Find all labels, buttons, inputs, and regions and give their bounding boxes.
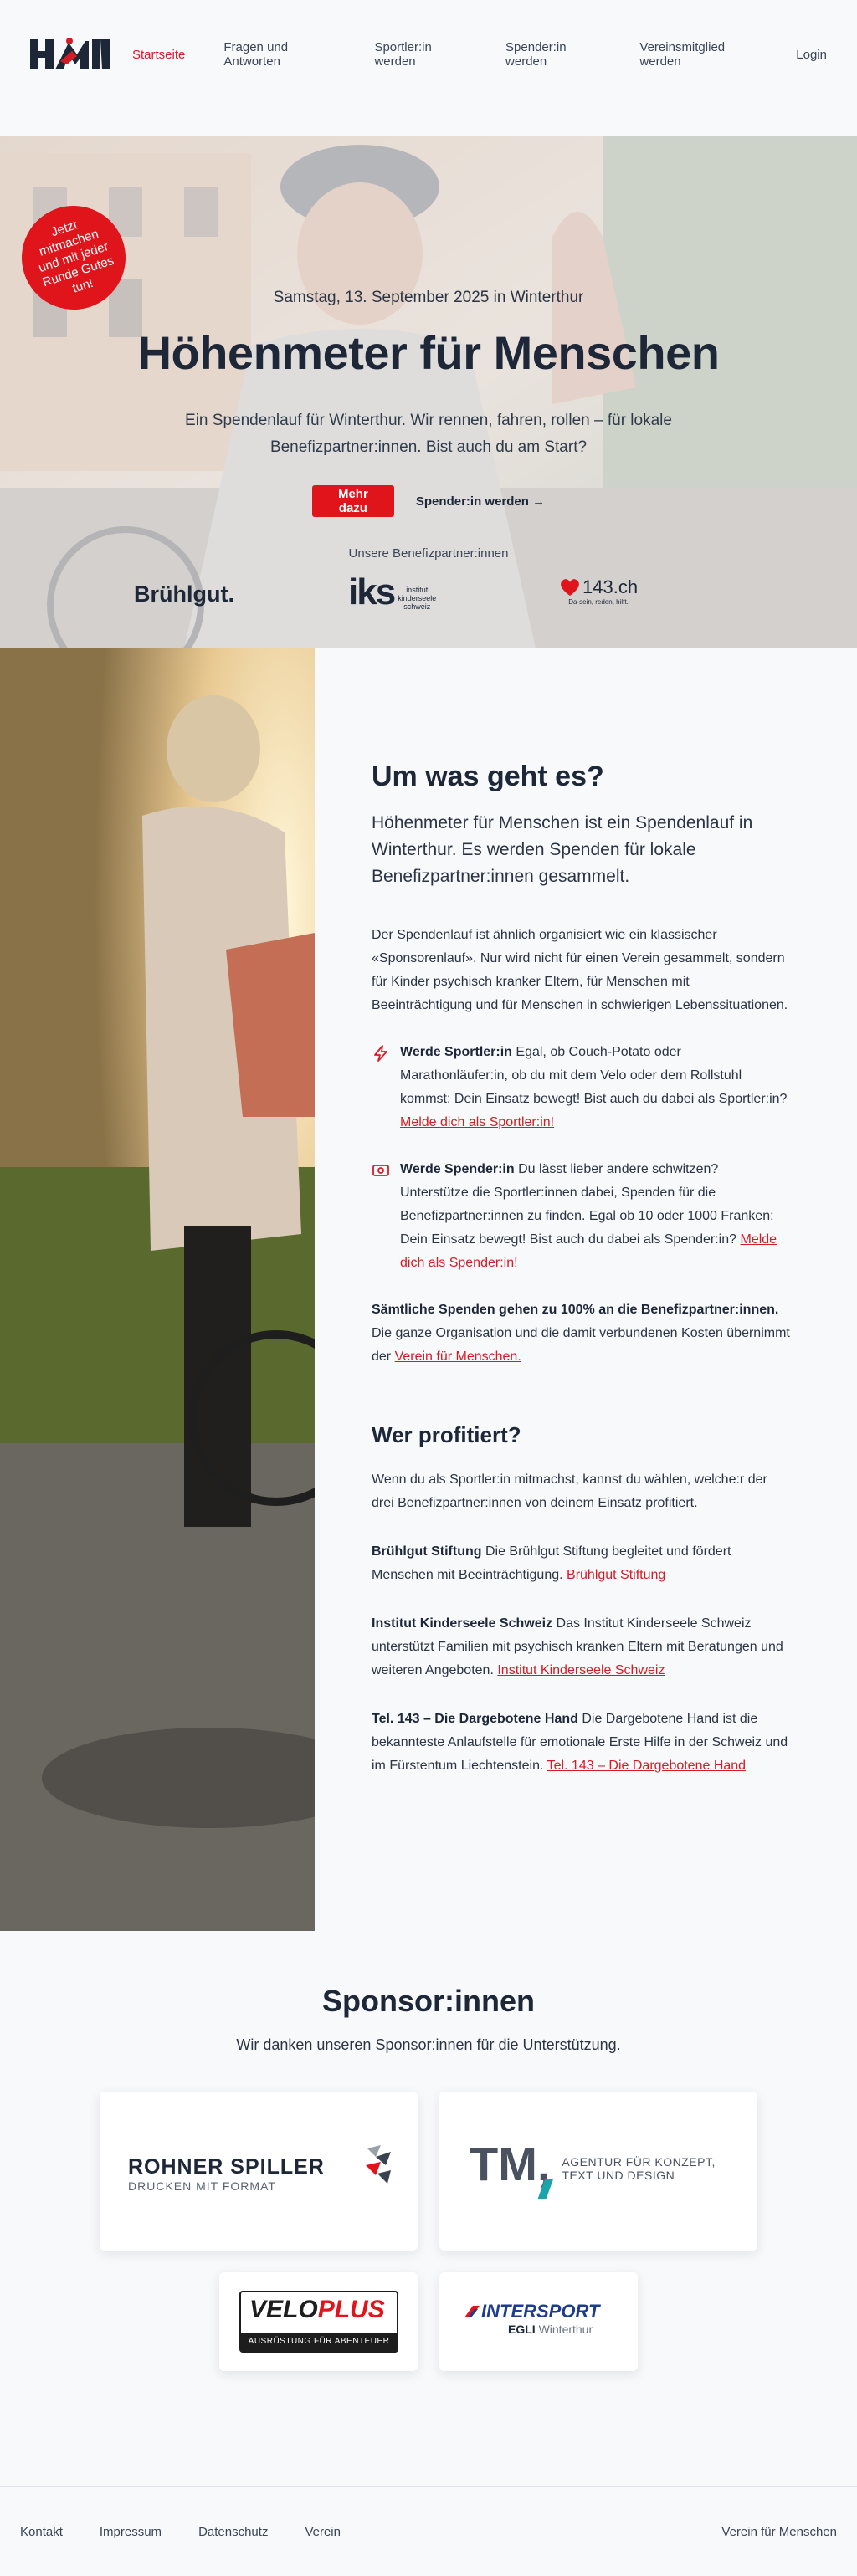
intersport-location: EGLI Winterthur bbox=[508, 2322, 593, 2336]
rohner-name: ROHNER SPILLER bbox=[128, 2155, 325, 2179]
site-logo[interactable] bbox=[30, 36, 110, 73]
hero-subtitle: Ein Spendenlauf für Winterthur. Wir renn… bbox=[185, 412, 672, 456]
mehr-dazu-button[interactable]: Mehr dazu bbox=[311, 485, 394, 517]
sponsor-tm-agentur[interactable]: TM, AGENTUR FÜR KONZEPT, TEXT UND DESIGN bbox=[439, 2092, 757, 2251]
rohner-logo: ROHNER SPILLER DRUCKEN MIT FORMAT bbox=[128, 2155, 325, 2193]
footer-impressum[interactable]: Impressum bbox=[100, 2525, 162, 2539]
nav-vereinsmitglied[interactable]: Vereinsmitglied werden bbox=[639, 40, 757, 69]
nav-startseite[interactable]: Startseite bbox=[132, 48, 185, 62]
spender-block: Werde Spender:in Du lässt lieber andere … bbox=[372, 1158, 790, 1275]
kinderseele-link[interactable]: Institut Kinderseele Schweiz bbox=[497, 1663, 665, 1677]
nav-login[interactable]: Login bbox=[796, 48, 827, 62]
rohner-tagline: DRUCKEN MIT FORMAT bbox=[128, 2179, 276, 2193]
sponsors-title: Sponsor:innen bbox=[322, 1984, 535, 2018]
event-date: Samstag, 13. September 2025 in Winterthu… bbox=[273, 289, 584, 306]
profit-title: Wer profitiert? bbox=[372, 1422, 521, 1447]
sponsors-subtitle: Wir danken unseren Sponsor:innen für die… bbox=[236, 2036, 621, 2053]
footer-verein[interactable]: Verein bbox=[305, 2525, 341, 2539]
money-icon bbox=[372, 1165, 389, 1176]
tm-tagline: AGENTUR FÜR KONZEPT, TEXT UND DESIGN bbox=[562, 2154, 716, 2182]
iks-text: institut kinderseele schweiz bbox=[398, 586, 437, 611]
sponsor-intersport[interactable]: INTERSPORT EGLI Winterthur bbox=[439, 2272, 638, 2371]
sponsor-rohner-spiller[interactable]: ROHNER SPILLER DRUCKEN MIT FORMAT bbox=[100, 2092, 418, 2251]
hero-content: Samstag, 13. September 2025 in Winterthu… bbox=[0, 136, 857, 648]
lightning-icon bbox=[374, 1045, 387, 1062]
about-content: Um was geht es? Höhenmeter für Menschen … bbox=[372, 648, 790, 1778]
hero-section: Jetzt mitmachen und mit jeder Runde Gute… bbox=[0, 136, 857, 648]
partner-kinderseele: Institut Kinderseele Schweiz Das Institu… bbox=[372, 1612, 790, 1682]
bruehlgut-logo[interactable]: Brühlgut. bbox=[134, 581, 234, 607]
hero-title: Höhenmeter für Menschen bbox=[137, 326, 720, 379]
site-footer: Kontakt Impressum Datenschutz Verein Ver… bbox=[0, 2486, 857, 2576]
logo-icon bbox=[30, 38, 110, 69]
tm-logo: TM, AGENTUR FÜR KONZEPT, TEXT UND DESIGN bbox=[470, 2137, 716, 2191]
rohner-mark-icon bbox=[366, 2145, 391, 2184]
sponsors-section: Sponsor:innen Wir danken unseren Sponsor… bbox=[0, 1931, 857, 2486]
nav-sportler[interactable]: Sportler:in werden bbox=[374, 40, 467, 69]
dargebotene-hand-logo[interactable]: 143.ch Da-sein, reden, hilft. bbox=[559, 576, 638, 606]
profit-intro: Wenn du als Sportler:in mitmachst, kanns… bbox=[372, 1472, 767, 1510]
partner-bruehlgut: Brühlgut Stiftung Die Brühlgut Stiftung … bbox=[372, 1540, 790, 1587]
partners-label: Unsere Benefizpartner:innen bbox=[348, 546, 509, 561]
veloplus-tagline: AUSRÜSTUNG FÜR ABENTEUER bbox=[241, 2333, 397, 2351]
site-header: Startseite Fragen und Antworten Sportler… bbox=[0, 0, 857, 109]
verein-link[interactable]: Verein für Menschen. bbox=[395, 1349, 521, 1364]
cyclist-image bbox=[0, 648, 315, 1931]
dargebotene-link[interactable]: Tel. 143 – Die Dargebotene Hand bbox=[547, 1759, 747, 1773]
iks-mark: iks bbox=[348, 571, 396, 612]
footer-datenschutz[interactable]: Datenschutz bbox=[198, 2525, 268, 2539]
nav-faq[interactable]: Fragen und Antworten bbox=[223, 40, 336, 69]
tm-mark: TM, bbox=[470, 2138, 551, 2190]
about-intro: Der Spendenlauf ist ähnlich organisiert … bbox=[372, 928, 788, 1012]
about-section: Um was geht es? Höhenmeter für Menschen … bbox=[0, 648, 857, 1931]
bruehlgut-link[interactable]: Brühlgut Stiftung bbox=[567, 1568, 665, 1582]
cyclist-photo bbox=[0, 648, 315, 1931]
sportler-block: Werde Sportler:in Egal, ob Couch-Potato … bbox=[372, 1041, 790, 1134]
partner-dargebotene: Tel. 143 – Die Dargebotene Hand Die Darg… bbox=[372, 1708, 790, 1778]
iks-logo[interactable]: iks institut kinderseele schweiz bbox=[348, 571, 436, 613]
dargebotene-label: 143.ch bbox=[582, 576, 639, 597]
sportler-heading: Werde Sportler:in bbox=[400, 1045, 512, 1059]
partner-logos: Brühlgut. iks institut kinderseele schwe… bbox=[0, 571, 857, 622]
heart-icon bbox=[561, 579, 579, 596]
main-nav: Startseite Fragen und Antworten Sportler… bbox=[132, 0, 827, 109]
spender-werden-link[interactable]: Spender:in werden → bbox=[416, 494, 545, 509]
footer-verein-fuer-menschen[interactable]: Verein für Menschen bbox=[721, 2525, 837, 2539]
partner-kinderseele-name: Institut Kinderseele Schweiz bbox=[372, 1616, 553, 1631]
sportler-signup-link[interactable]: Melde dich als Sportler:in! bbox=[400, 1115, 554, 1129]
donation-note-bold: Sämtliche Spenden gehen zu 100% an die B… bbox=[372, 1303, 779, 1317]
dargebotene-tagline: Da-sein, reden, hilft. bbox=[568, 598, 629, 606]
spender-heading: Werde Spender:in bbox=[400, 1162, 515, 1176]
partner-dargebotene-name: Tel. 143 – Die Dargebotene Hand bbox=[372, 1712, 578, 1726]
about-title: Um was geht es? bbox=[372, 761, 604, 792]
intersport-logo: INTERSPORT EGLI Winterthur bbox=[464, 2301, 599, 2336]
donation-note: Sämtliche Spenden gehen zu 100% an die B… bbox=[372, 1298, 790, 1369]
partner-bruehlgut-name: Brühlgut Stiftung bbox=[372, 1544, 482, 1559]
intersport-name: INTERSPORT bbox=[481, 2301, 600, 2322]
sponsor-veloplus[interactable]: VELOPLUS AUSRÜSTUNG FÜR ABENTEUER bbox=[219, 2272, 418, 2371]
intersport-mark-icon bbox=[464, 2306, 480, 2317]
veloplus-logo: VELOPLUS AUSRÜSTUNG FÜR ABENTEUER bbox=[239, 2291, 398, 2353]
hero-actions: Mehr dazu Spender:in werden → bbox=[0, 485, 857, 517]
nav-spender[interactable]: Spender:in werden bbox=[505, 40, 601, 69]
footer-kontakt[interactable]: Kontakt bbox=[20, 2525, 63, 2539]
about-lead: Höhenmeter für Menschen ist ein Spendenl… bbox=[372, 813, 753, 886]
veloplus-wordmark: VELOPLUS bbox=[249, 2296, 385, 2323]
